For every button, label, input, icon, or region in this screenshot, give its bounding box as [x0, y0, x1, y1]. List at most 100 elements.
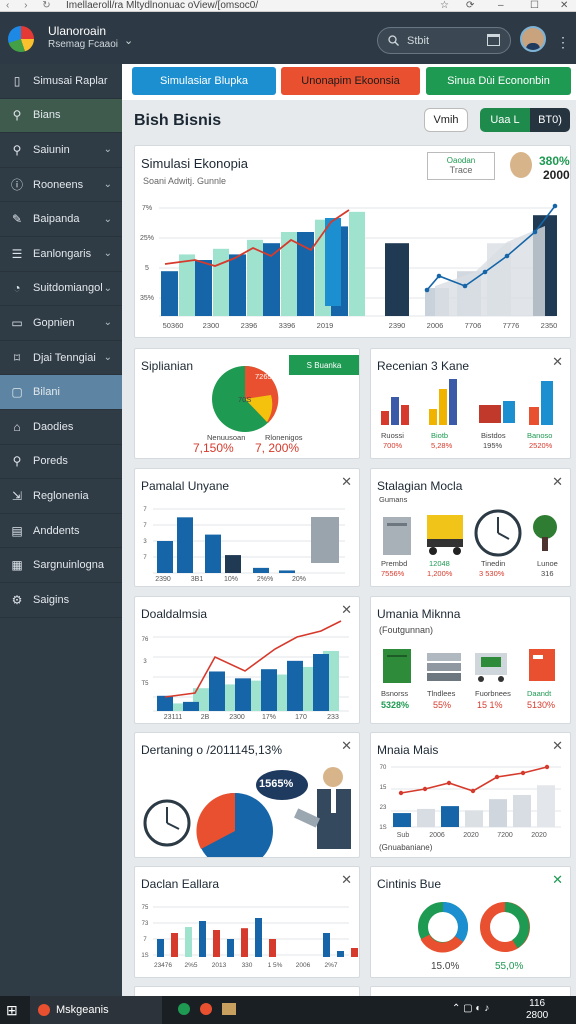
main-content: Simulasiar Blupka Unonapim Ekoonsia Sinu… — [122, 64, 576, 996]
x-tick-label: 2396 — [241, 321, 258, 330]
sidebar-item-1[interactable]: ⚲ Bians — [0, 98, 122, 134]
item-value: 15 1% — [477, 700, 503, 710]
y-tick-label: 7 — [143, 507, 147, 513]
user-avatar[interactable] — [520, 26, 546, 52]
chevron-down-icon[interactable]: ⌄ — [104, 317, 112, 328]
tab-simulasi[interactable]: Simulasiar Blupka — [132, 67, 276, 95]
chevron-down-icon[interactable]: ⌄ — [104, 283, 112, 294]
more-options-icon[interactable]: ⋮ — [556, 34, 570, 51]
sidebar-item-15[interactable]: ⚙ Saigins — [0, 583, 122, 618]
close-window-icon[interactable]: ✕ — [560, 0, 568, 11]
data-point — [532, 229, 538, 235]
chevron-down-icon[interactable]: ⌄ — [124, 34, 133, 47]
sidebar-item-5[interactable]: ☰ Eanlongaris ⌄ — [0, 237, 122, 272]
x-tick-label: 20% — [292, 576, 306, 583]
sidebar-item-10[interactable]: ⌂ Daodies — [0, 410, 122, 445]
bar-chart: 75 73 7 1S 23476 2%5 2013 330 1 5% 2006 2%7 — [141, 905, 358, 969]
sidebar-item-label: Sargnuinlogna — [33, 559, 104, 572]
data-point — [462, 283, 468, 289]
bar — [465, 810, 483, 827]
bar-line-chart: 76 3 T5 23111 2B 2300 17% 170 233 — [141, 620, 349, 721]
maximize-icon[interactable]: ☐ — [530, 0, 539, 11]
chevron-down-icon[interactable]: ⌄ — [104, 179, 112, 190]
search-icon: ⚲ — [12, 108, 22, 123]
card-dertaning: Dertaning o /2011145,13% ✕ 1565% — [134, 732, 360, 858]
sidebar-item-12[interactable]: ⇲ Reglonenia — [0, 479, 122, 514]
chevron-down-icon[interactable]: ⌄ — [104, 214, 112, 225]
sidebar-item-6[interactable]: ◔ Suitdomiangol ⌄ — [0, 272, 122, 307]
item-name: Bistdos — [481, 431, 506, 440]
item-name: Ruossi — [381, 431, 404, 440]
x-tick-label: 23476 — [154, 962, 172, 969]
y-tick-label: 15 — [380, 785, 387, 791]
pie-icon — [196, 792, 273, 857]
app-brand[interactable]: Ulanoroain Rsemag Fcaaoi — [48, 25, 118, 51]
sidebar-item-14[interactable]: ▦ Sargnuinlogna — [0, 548, 122, 583]
card-mnaia: Mnaia Mais ✕ 70 15 23 1S Sub 2006 2020 7200 2020… — [370, 732, 571, 858]
value-2: 7, 200% — [255, 441, 300, 455]
y-tick-label: T5 — [141, 681, 149, 687]
y-tick-label: 75 — [142, 905, 149, 911]
chevron-down-icon[interactable]: ⌄ — [104, 248, 112, 259]
browser-nav-buttons[interactable]: ‹ › ↻ — [6, 0, 66, 11]
calendar-icon[interactable] — [487, 34, 500, 46]
segmented-toggle: Uaa L BT0) — [480, 108, 570, 132]
item-value: 55% — [433, 700, 452, 710]
browser-icon[interactable] — [200, 1003, 212, 1015]
view-button[interactable]: Vmih — [424, 108, 468, 132]
bar — [313, 654, 329, 711]
top-tabs: Simulasiar Blupka Unonapim Ekoonsia Sinu… — [122, 64, 576, 100]
sidebar-item-4[interactable]: ✎ Baipanda ⌄ — [0, 202, 122, 237]
sidebar-item-7[interactable]: ▭ Gopnien ⌄ — [0, 306, 122, 341]
search-box[interactable]: Stbit — [377, 27, 511, 54]
sidebar-item-8[interactable]: ⌑ Djai Tenngiai ⌄ — [0, 341, 122, 376]
sidebar-item-0[interactable]: ▯ Simusai Raplar — [0, 64, 122, 99]
sidebar-item-3[interactable]: ⓘ Rooneens ⌄ — [0, 168, 122, 203]
bar — [513, 794, 531, 827]
sidebar-item-9[interactable]: ▢ Bilani — [0, 375, 122, 410]
x-tick-label: 2%7 — [324, 962, 337, 969]
item-value: 5130% — [527, 700, 556, 710]
sidebar-item-2[interactable]: ⚲ Saiunin ⌄ — [0, 133, 122, 168]
item-value: 316 — [541, 569, 554, 578]
y-tick-label: 3 — [143, 659, 147, 665]
minimize-icon[interactable]: – — [498, 0, 504, 11]
value-1: 7,150% — [193, 441, 234, 455]
app-icon — [38, 1004, 50, 1016]
taskbar-app[interactable]: Mskgeanis — [30, 996, 162, 1024]
x-tick-label: 7200 — [497, 832, 513, 839]
item-name: Banoso — [527, 431, 553, 440]
chevron-down-icon[interactable]: ⌄ — [104, 352, 112, 363]
refresh-icon[interactable]: ⟳ — [466, 0, 474, 11]
sidebar-item-13[interactable]: ▤ Anddents — [0, 514, 122, 549]
book-icon: ▯ — [13, 73, 21, 88]
sidebar-item-label: Anddents — [33, 524, 80, 537]
tab-ekonomi[interactable]: Unonapim Ekoonsia — [281, 67, 420, 95]
bar — [177, 517, 193, 573]
tray-icons[interactable]: ⌃ ▢ ◐ ♪ — [452, 1003, 489, 1014]
chrome-icon[interactable] — [178, 1003, 190, 1015]
tray-stack-icon — [427, 653, 461, 681]
windows-icon[interactable]: ⊞ — [6, 1002, 18, 1019]
app-logo[interactable] — [8, 26, 34, 52]
server-icon — [383, 517, 411, 555]
seg-option-b[interactable]: BT0) — [530, 108, 570, 132]
star-icon[interactable]: ☆ — [440, 0, 449, 11]
seg-option-a[interactable]: Uaa L — [480, 108, 530, 132]
box-icon — [529, 649, 555, 681]
sidebar-item-label: Baipanda — [33, 213, 80, 226]
url-field[interactable]: Imellaeroll/ra Mltydlnonuac oView/[omsoc… — [66, 0, 258, 11]
bar — [157, 695, 173, 711]
chevron-down-icon[interactable]: ⌄ — [104, 144, 112, 155]
donut-chart-1 — [418, 902, 468, 953]
x-tick-label: 23111 — [164, 714, 183, 721]
tab-econonbin[interactable]: Sinua Dùi Econonbin — [426, 67, 571, 95]
calendar-icon: ▦ — [11, 558, 23, 573]
tag-icon: ⌑ — [13, 350, 21, 365]
sidebar-item-label: Simusai Raplar — [33, 74, 108, 87]
sidebar-item-11[interactable]: ⚲ Poreds — [0, 445, 122, 480]
clock[interactable]: 116 2800 — [526, 998, 548, 1022]
item-value: 2520% — [529, 441, 553, 450]
folder-icon[interactable] — [222, 1003, 236, 1015]
x-tick-label: 2%% — [257, 576, 273, 583]
